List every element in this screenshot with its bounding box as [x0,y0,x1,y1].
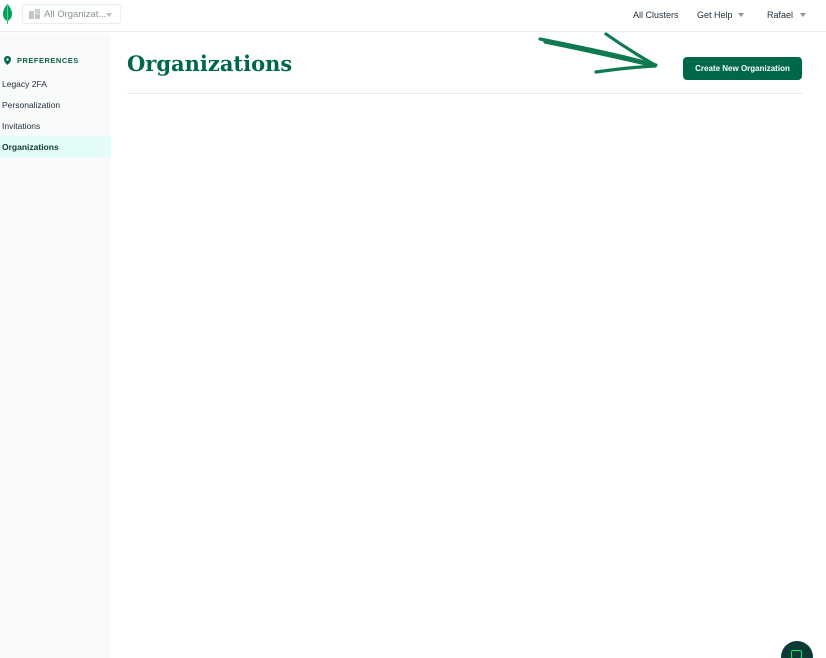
help-chat-button[interactable] [781,641,813,658]
create-new-organization-button[interactable]: Create New Organization [683,57,802,80]
sidebar-item-invitations[interactable]: Invitations [0,115,111,136]
sidebar-item-personalization[interactable]: Personalization [0,94,111,115]
annotation-arrow-icon [538,32,658,74]
sidebar-section-header: PREFERENCES [4,56,79,65]
preferences-pin-icon [4,56,11,65]
chevron-down-icon [106,13,112,17]
sidebar-section-title: PREFERENCES [17,56,79,65]
chevron-down-icon [738,13,744,17]
top-navigation-bar: All Organizat... All Clusters Get Help R… [0,0,826,32]
sidebar: PREFERENCES Legacy 2FA Personalization I… [0,33,111,658]
get-help-menu[interactable]: Get Help [697,10,733,20]
sidebar-item-organizations[interactable]: Organizations [0,136,111,157]
organization-selector[interactable]: All Organizat... [22,4,121,24]
chevron-down-icon [800,13,806,17]
mongodb-leaf-icon[interactable] [2,4,13,24]
building-icon [29,9,40,19]
user-menu[interactable]: Rafael [767,10,793,20]
title-divider [127,93,803,94]
all-clusters-link[interactable]: All Clusters [633,10,679,20]
page-title: Organizations [127,51,293,76]
help-chat-icon [791,650,802,658]
organization-selector-label: All Organizat... [44,8,107,20]
sidebar-item-legacy-2fa[interactable]: Legacy 2FA [0,73,111,94]
